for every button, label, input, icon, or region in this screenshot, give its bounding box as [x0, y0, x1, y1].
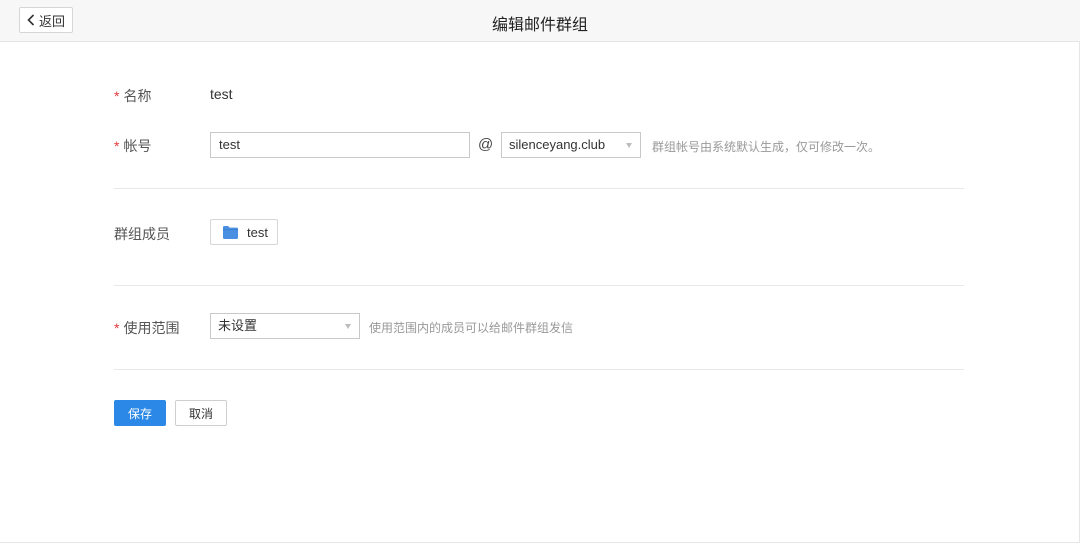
caret-down-icon [345, 324, 351, 329]
scope-hint: 使用范围内的成员可以给邮件群组发信 [369, 321, 574, 335]
domain-select[interactable]: silenceyang.club [501, 132, 641, 158]
name-value: test [210, 86, 233, 102]
at-sign: @ [478, 136, 494, 153]
scope-select[interactable]: 未设置 [210, 313, 360, 339]
account-hint: 群组帐号由系统默认生成，仅可修改一次。 [652, 140, 881, 154]
name-label-row: * 名称 [114, 86, 151, 106]
required-mark: * [114, 88, 120, 104]
save-button[interactable]: 保存 [114, 400, 166, 426]
domain-value: silenceyang.club [509, 137, 606, 152]
folder-icon [223, 225, 238, 239]
member-chip[interactable]: test [210, 219, 278, 245]
divider [114, 369, 964, 370]
members-label: 群组成员 [114, 226, 170, 242]
scope-value: 未设置 [218, 318, 258, 333]
cancel-button[interactable]: 取消 [175, 400, 227, 426]
required-mark: * [114, 320, 120, 336]
scope-label-row: * 使用范围 [114, 318, 179, 338]
caret-down-icon [626, 143, 632, 148]
scope-label: 使用范围 [123, 320, 180, 336]
divider [114, 285, 964, 286]
page-title: 编辑邮件群组 [491, 17, 588, 34]
account-label-row: * 帐号 [114, 136, 151, 156]
account-input[interactable]: test [210, 132, 470, 158]
account-label: 帐号 [123, 138, 152, 154]
divider [114, 188, 964, 189]
page-frame [0, 0, 1080, 543]
required-mark: * [114, 138, 120, 154]
page-header: 返回 编辑邮件群组 [0, 0, 1080, 42]
member-name: test [247, 224, 268, 240]
name-label: 名称 [123, 88, 152, 104]
